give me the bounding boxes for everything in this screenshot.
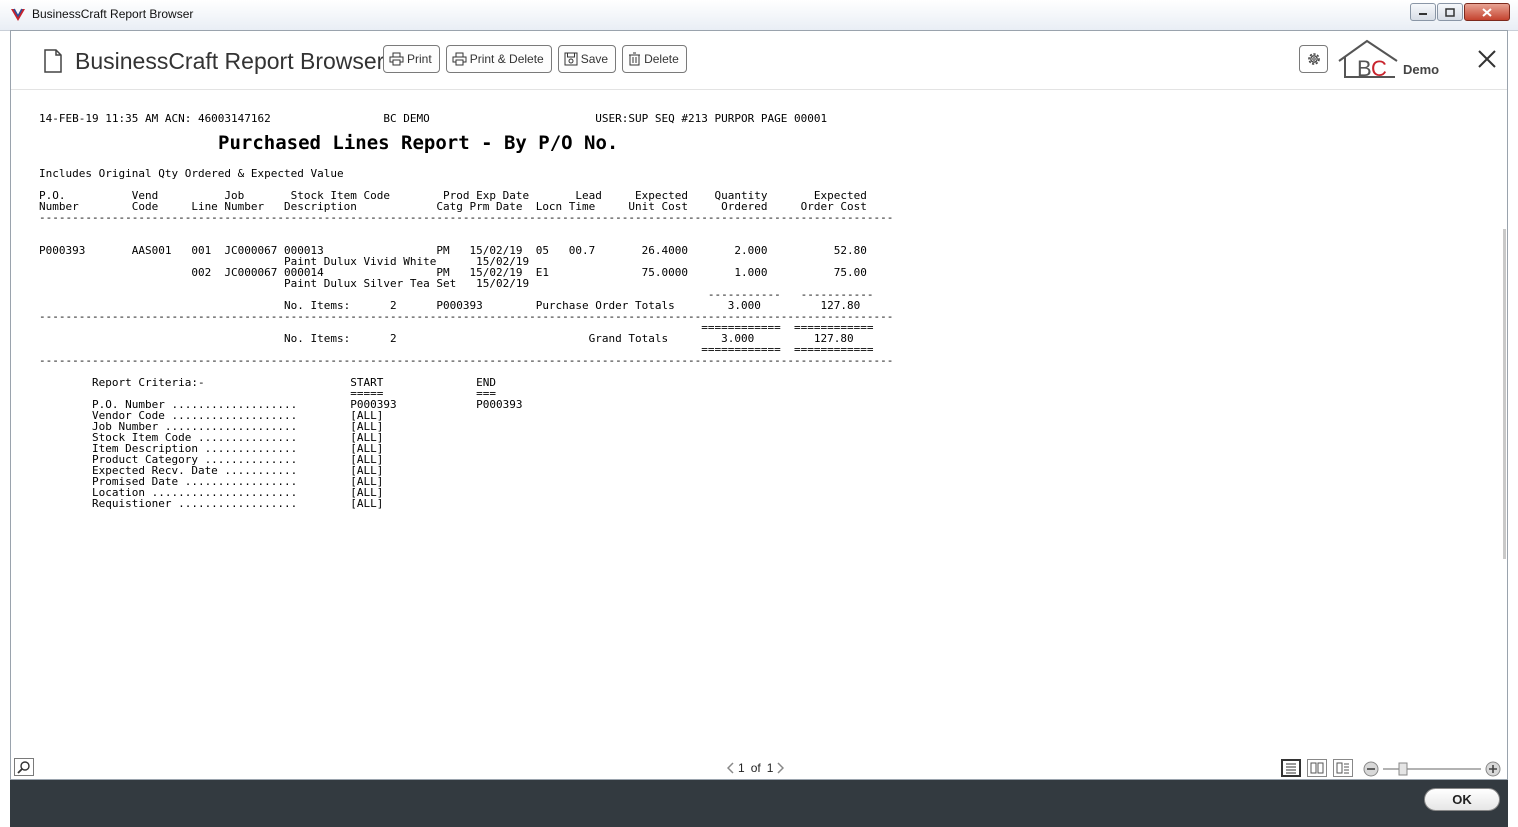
- multi-page-icon: [1336, 762, 1349, 774]
- maximize-button[interactable]: [1437, 3, 1463, 21]
- report-text: 14-FEB-19 11:35 AM ACN: 46003147162 BC D…: [39, 113, 893, 509]
- delete-button[interactable]: Delete: [622, 45, 687, 73]
- save-button[interactable]: Save: [557, 45, 617, 73]
- print-delete-label: Print & Delete: [469, 52, 544, 66]
- minimize-icon: [1419, 13, 1427, 15]
- minimize-button[interactable]: [1410, 3, 1436, 21]
- report-line: [39, 146, 893, 157]
- chevron-right-icon[interactable]: [776, 762, 785, 774]
- statusbar: 1 of 1: [11, 749, 1507, 779]
- header: BusinessCraft Report Browser Print Print…: [11, 31, 1507, 90]
- vertical-scrollbar[interactable]: [1503, 89, 1507, 749]
- view-mode-group: [1281, 759, 1359, 777]
- settings-button[interactable]: [1299, 45, 1328, 73]
- page-total: 1: [766, 761, 774, 775]
- print-label: Print: [407, 52, 432, 66]
- report-document: 14-FEB-19 11:35 AM ACN: 46003147162 BC D…: [39, 113, 893, 509]
- report-line: [39, 223, 893, 234]
- trash-icon: [629, 52, 641, 66]
- report-line: ----------------------------------------…: [39, 211, 894, 224]
- report-browser-panel: BusinessCraft Report Browser Print Print…: [10, 30, 1508, 780]
- window-titlebar: BusinessCraft Report Browser: [0, 0, 1518, 31]
- find-button[interactable]: [14, 758, 34, 776]
- page-title: BusinessCraft Report Browser: [75, 48, 385, 74]
- logo-letters-b: B: [1357, 56, 1372, 81]
- chevron-left-icon[interactable]: [727, 762, 735, 774]
- document-icon: [44, 49, 62, 73]
- ok-button[interactable]: OK: [1424, 788, 1500, 811]
- zoom-slider[interactable]: [1363, 760, 1505, 778]
- save-icon: [564, 52, 578, 66]
- logo-letters-c: C: [1371, 56, 1387, 81]
- delete-label: Delete: [644, 52, 679, 66]
- gear-icon: [1307, 53, 1320, 65]
- report-line: Requistioner .................. [ALL]: [39, 497, 384, 510]
- report-line: 14-FEB-19 11:35 AM ACN: 46003147162 BC D…: [39, 112, 828, 125]
- printer-icon: [389, 52, 404, 66]
- save-label: Save: [580, 52, 609, 66]
- close-icon[interactable]: [1477, 49, 1497, 69]
- search-icon: [17, 761, 30, 774]
- report-line: [39, 124, 893, 135]
- report-line: ----------------------------------------…: [39, 354, 894, 367]
- single-page-icon: [1286, 763, 1296, 774]
- zoom-thumb[interactable]: [1398, 762, 1408, 776]
- maximize-icon: [1445, 7, 1455, 17]
- close-icon: [1482, 7, 1492, 17]
- printer-icon: [452, 52, 467, 66]
- two-page-icon: [1310, 762, 1324, 774]
- print-delete-button[interactable]: Print & Delete: [445, 45, 552, 73]
- report-line: [39, 135, 893, 146]
- footer-bar: OK: [10, 780, 1508, 827]
- app-icon: [11, 8, 25, 21]
- toolbar: Print Print & Delete Save Delete: [383, 45, 693, 73]
- report-line: Includes Original Qty Ordered & Expected…: [39, 167, 344, 180]
- print-button[interactable]: Print: [383, 45, 440, 73]
- page-current: 1: [738, 761, 745, 775]
- two-page-view-button[interactable]: [1307, 759, 1327, 777]
- window-close-button[interactable]: [1464, 3, 1510, 21]
- logo-text: Demo: [1403, 62, 1440, 77]
- multi-page-view-button[interactable]: [1333, 759, 1353, 777]
- logo-icon: B C: [1338, 39, 1398, 81]
- page-navigator: 1 of 1: [727, 761, 785, 775]
- page-of: of: [750, 761, 761, 775]
- window-title: BusinessCraft Report Browser: [32, 7, 194, 21]
- single-page-view-button[interactable]: [1281, 759, 1301, 777]
